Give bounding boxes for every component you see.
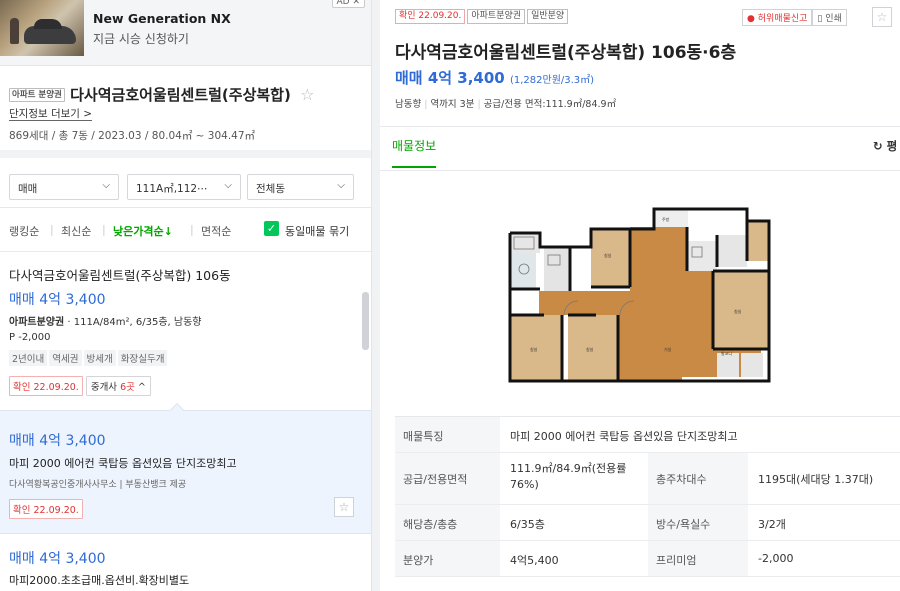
listing-actions: 확인 22.09.20. 중개사 6곳 ^ <box>9 375 151 396</box>
svg-text:침실: 침실 <box>530 346 538 352</box>
confirm-badge: 확인 22.09.20. <box>395 9 466 24</box>
detail-price: 매매 4억 3,400 (1,282만원/3.3㎡) <box>395 69 595 87</box>
ad-close-badge[interactable]: AD ✕ <box>331 0 365 8</box>
star-icon[interactable]: ☆ <box>300 85 314 104</box>
complex-info: 869세대 / 총 7동 / 2023.03 / 80.04㎡ ~ 304.47… <box>9 130 256 142</box>
sub-listing[interactable]: 매매 4억 3,400 마피2000.초초급매.옵션비.확장비별도 <box>0 534 371 591</box>
listing-tag: 화장실두개 <box>117 350 168 366</box>
listing-info: 아파트분양권 · 111A/84m², 6/35층, 남동향 <box>9 317 202 328</box>
ad-subtitle[interactable]: 지금 시승 신청하기 <box>93 30 189 47</box>
listing-title[interactable]: 다사역금호어울림센트럴(주상복합) 106동 <box>9 265 231 284</box>
listing-premium: P -2,000 <box>9 332 51 343</box>
row-value: 6/35층 <box>510 518 545 531</box>
row-value: 마피 2000 에어컨 쿡탑등 옵션있음 단지조망최고 <box>510 430 738 443</box>
sub-listing[interactable]: 매매 4억 3,400 마피 2000 에어컨 쿡탑등 옵션있음 단지조망최고 … <box>0 402 371 534</box>
table-row: 매물특징 마피 2000 에어컨 쿡탑등 옵션있음 단지조망최고 <box>395 417 900 453</box>
agents-toggle-button[interactable]: 중개사 6곳 ^ <box>85 376 151 396</box>
listing-tag: 역세권 <box>49 350 82 366</box>
sort-bar: 랭킹순 | 최신순 | 낮은가격순↓ | 면적순 ✓ 동일매물 묶기 <box>0 208 371 252</box>
chevron-down-icon: ⌵ <box>337 180 345 191</box>
star-icon[interactable]: ☆ <box>334 497 354 517</box>
row-label: 총주차대수 <box>648 453 748 504</box>
ad-banner[interactable]: New Generation NX 지금 시승 신청하기 AD ✕ <box>0 0 371 66</box>
tab-listing-info[interactable]: 매물정보 <box>392 137 437 168</box>
detail-badges: 확인 22.09.20. 아파트분양권 일반분양 <box>395 9 570 24</box>
detail-actions: ● 허위매물신고 ▯ 인쇄 <box>742 9 847 26</box>
sub-listing-desc: 마피2000.초초급매.옵션비.확장비별도 <box>9 574 190 587</box>
list-scrollbar[interactable] <box>362 292 369 350</box>
listing-panel: New Generation NX 지금 시승 신청하기 AD ✕ 아파트 분양… <box>0 0 371 591</box>
row-label: 프리미엄 <box>648 541 748 576</box>
unit-toggle-button[interactable]: ↻ 평 <box>873 138 897 154</box>
table-row: 공급/전용면적 111.9㎡/84.9㎡(전용률 76%) 총주차대수 1195… <box>395 453 900 505</box>
row-value: 4억5,400 <box>510 554 559 567</box>
sub-listing-agent: 다사역황복공인중개사사무소 | 부동산뱅크 제공 <box>9 480 187 490</box>
svg-text:주방: 주방 <box>662 216 670 222</box>
svg-text:침실: 침실 <box>586 346 594 352</box>
detail-tabs: 매물정보 ↻ 평 <box>380 126 900 171</box>
panel-divider[interactable] <box>371 0 380 591</box>
print-icon: ▯ <box>817 14 823 24</box>
listing-tag: 2년이내 <box>9 350 48 366</box>
table-row: 분양가 4억5,400 프리미엄 -2,000 <box>395 541 900 577</box>
row-label: 매물특징 <box>395 417 500 452</box>
sort-ranking[interactable]: 랭킹순 <box>9 223 39 239</box>
complex-type-tag: 아파트 분양권 <box>9 88 65 102</box>
filter-bar: 매매 ⌵ 111A㎡,112⋯ ⌵ 전체동 ⌵ <box>0 166 371 208</box>
detail-title: 다사역금호어울림센트럴(주상복합) 106동·6층 <box>395 43 737 63</box>
chevron-down-icon: ⌵ <box>102 180 110 191</box>
row-value: 1195대(세대당 1.37대) <box>758 473 874 486</box>
siren-icon: ● <box>747 14 755 24</box>
detail-panel: 확인 22.09.20. 아파트분양권 일반분양 ● 허위매물신고 ▯ 인쇄 ☆ 다사… <box>380 0 900 591</box>
ad-image[interactable] <box>0 0 84 56</box>
confirm-badge: 확인 22.09.20. <box>9 499 83 519</box>
chevron-down-icon: ⌵ <box>224 180 232 191</box>
ad-title[interactable]: New Generation NX <box>93 11 231 26</box>
list-item[interactable]: 다사역금호어울림센트럴(주상복합) 106동 매매 4억 3,400 아파트분양… <box>0 252 371 410</box>
listing-price: 매매 4억 3,400 <box>9 292 106 308</box>
complex-header: 아파트 분양권 다사역금호어울림센트럴(주상복합) ☆ 단지정보 더보기 > 8… <box>0 66 371 158</box>
group-checkbox-label[interactable]: 동일매물 묶기 <box>285 223 349 239</box>
group-checkbox[interactable]: ✓ <box>264 221 279 236</box>
row-label: 방수/욕실수 <box>648 505 748 540</box>
sub-listing-desc: 마피 2000 에어컨 쿡탑등 옵션있음 단지조망최고 <box>9 457 237 470</box>
sub-listing-price: 매매 4억 3,400 <box>9 551 106 567</box>
floor-plan-area: 침실 침실 침실 거실 침실 주방 발코니 <box>380 171 900 416</box>
sort-low-price[interactable]: 낮은가격순↓ <box>113 223 173 239</box>
star-icon[interactable]: ☆ <box>872 7 892 27</box>
confirm-badge: 확인 22.09.20. <box>9 376 83 396</box>
listing-list: 다사역금호어울림센트럴(주상복합) 106동 매매 4억 3,400 아파트분양… <box>0 252 371 591</box>
row-label: 해당층/총층 <box>395 505 500 540</box>
listing-detail-table: 매물특징 마피 2000 에어컨 쿡탑등 옵션있음 단지조망최고 공급/전용면적… <box>395 416 900 577</box>
trade-type-select[interactable]: 매매 ⌵ <box>9 174 119 200</box>
svg-text:침실: 침실 <box>734 308 742 314</box>
row-label: 공급/전용면적 <box>395 453 500 504</box>
svg-text:침실: 침실 <box>604 252 612 258</box>
detail-header: 확인 22.09.20. 아파트분양권 일반분양 ● 허위매물신고 ▯ 인쇄 ☆ 다사… <box>380 0 900 128</box>
table-row: 해당층/총층 6/35층 방수/욕실수 3/2개 <box>395 505 900 541</box>
complex-name: 다사역금호어울림센트럴(주상복합) <box>70 86 291 104</box>
print-button[interactable]: ▯ 인쇄 <box>812 9 847 26</box>
report-button[interactable]: ● 허위매물신고 <box>742 9 813 26</box>
svg-text:거실: 거실 <box>664 346 672 352</box>
sale-type-badge: 일반분양 <box>527 9 569 24</box>
listing-tags: 2년이내 역세권 방세개 화장실두개 <box>9 350 169 366</box>
row-label: 분양가 <box>395 541 500 576</box>
sort-latest[interactable]: 최신순 <box>61 223 91 239</box>
row-value: 111.9㎡/84.9㎡(전용률 76%) <box>510 462 627 491</box>
complex-more-link[interactable]: 단지정보 더보기 > <box>9 108 93 121</box>
type-badge: 아파트분양권 <box>467 9 526 24</box>
svg-text:발코니: 발코니 <box>721 350 732 356</box>
row-value: -2,000 <box>758 552 794 565</box>
floor-plan-image[interactable]: 침실 침실 침실 거실 침실 주방 발코니 <box>504 205 776 386</box>
sort-area[interactable]: 면적순 <box>201 223 231 239</box>
detail-info: 남동향 | 역까지 3분 | 공급/전용 면적:111.9㎡/84.9㎡ <box>395 99 617 110</box>
area-select[interactable]: 111A㎡,112⋯ ⌵ <box>127 174 241 200</box>
complex-title: 아파트 분양권 다사역금호어울림센트럴(주상복합) ☆ <box>9 84 314 105</box>
sub-listing-price: 매매 4억 3,400 <box>9 433 106 449</box>
app-root: New Generation NX 지금 시승 신청하기 AD ✕ 아파트 분양… <box>0 0 900 591</box>
row-value: 3/2개 <box>758 518 786 531</box>
dong-select[interactable]: 전체동 ⌵ <box>247 174 354 200</box>
listing-tag: 방세개 <box>83 350 116 366</box>
